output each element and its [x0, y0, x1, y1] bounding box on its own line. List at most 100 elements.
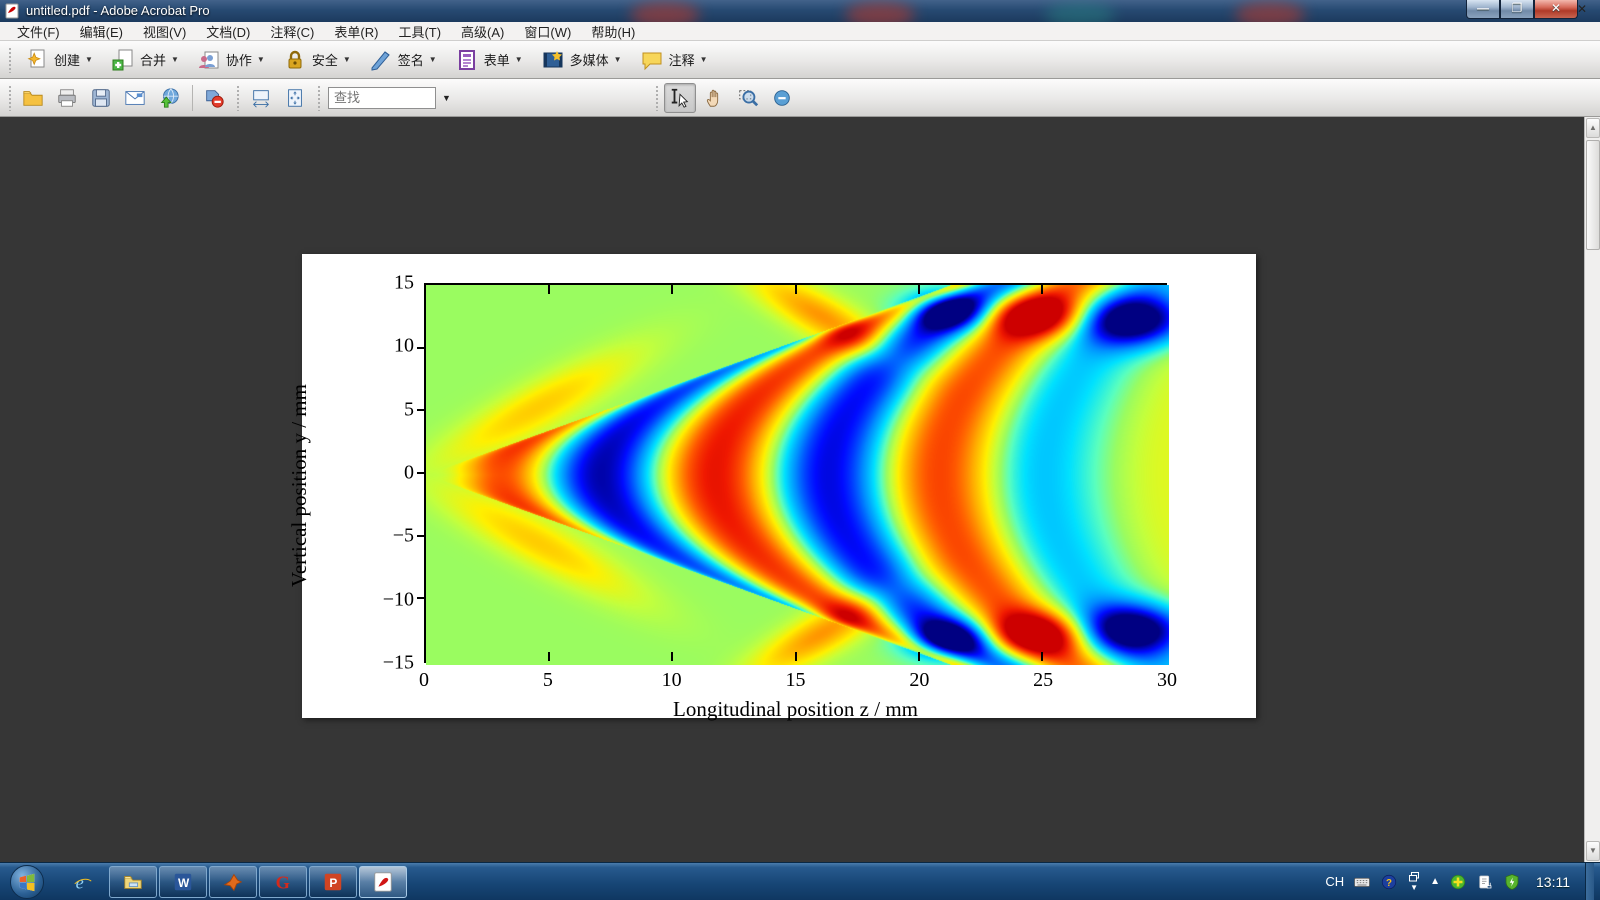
menu-document[interactable]: 文档(D): [197, 21, 259, 42]
x-tick-label: 30: [1157, 669, 1177, 692]
dropdown-caret-icon[interactable]: ▼: [515, 55, 523, 64]
fit-page-button[interactable]: [279, 83, 311, 113]
x-tick-mark: [671, 285, 673, 294]
document-close-icon[interactable]: ✕: [1574, 2, 1590, 17]
create-icon: [25, 48, 49, 72]
svg-text:W: W: [178, 876, 190, 890]
dropdown-caret-icon[interactable]: ▼: [614, 55, 622, 64]
taskbar-g-app[interactable]: G: [259, 866, 307, 898]
forms-button[interactable]: 表单 ▼: [447, 43, 531, 77]
window-switch-icon[interactable]: [1407, 871, 1421, 883]
dropdown-caret-icon[interactable]: ▼: [257, 55, 265, 64]
print-button[interactable]: [51, 83, 83, 113]
windows-logo-icon: [16, 871, 38, 893]
menu-view[interactable]: 视图(V): [134, 21, 195, 42]
menu-file[interactable]: 文件(F): [8, 21, 69, 42]
show-desktop-button[interactable]: [1585, 863, 1594, 900]
taskbar-acrobat[interactable]: [359, 866, 407, 898]
acrobat-icon: [372, 871, 394, 893]
menu-window[interactable]: 窗口(W): [515, 21, 580, 42]
wallpaper-blob: [1235, 2, 1305, 22]
taskbar-clock[interactable]: 13:11: [1536, 874, 1570, 890]
multimedia-label: 多媒体: [570, 50, 609, 69]
taskbar-internet-explorer[interactable]: e: [59, 866, 107, 898]
menu-tools[interactable]: 工具(T): [389, 21, 450, 42]
marquee-zoom-button[interactable]: [732, 83, 764, 113]
keyboard-layout-icon[interactable]: [1353, 873, 1371, 891]
help-tray-icon[interactable]: ?: [1380, 873, 1398, 891]
x-tick-label: 5: [543, 669, 553, 692]
power-plug-icon[interactable]: [1476, 873, 1494, 891]
email-button[interactable]: [119, 83, 151, 113]
restore-button[interactable]: ❐: [1500, 0, 1534, 19]
dropdown-caret-icon[interactable]: ▼: [343, 55, 351, 64]
antivirus-orb-icon[interactable]: [1449, 873, 1467, 891]
y-axis-label: Vertical position y / mm: [287, 356, 312, 616]
x-tick-label: 10: [662, 669, 682, 692]
y-tick-mark: [417, 409, 425, 411]
create-button[interactable]: 创建 ▼: [17, 43, 101, 77]
remove-minus-icon: [203, 87, 225, 109]
g-app-icon: G: [272, 871, 294, 893]
sign-button[interactable]: 签名▼: [361, 43, 445, 77]
secure-button[interactable]: 安全▼: [275, 43, 359, 77]
x-tick-mark: [795, 285, 797, 294]
select-tool-button[interactable]: [664, 83, 696, 113]
toolbar-grip: [317, 85, 322, 111]
save-button[interactable]: [85, 83, 117, 113]
close-button[interactable]: ✕: [1534, 0, 1578, 19]
dropdown-caret-icon[interactable]: ▼: [700, 55, 708, 64]
file-toolbar: ▼: [0, 79, 1600, 117]
x-tick-mark: [548, 285, 550, 294]
scrollbar-thumb[interactable]: [1586, 140, 1600, 250]
scroll-down-icon[interactable]: ▼: [1586, 841, 1600, 861]
hand-tool-button[interactable]: [698, 83, 730, 113]
menu-forms[interactable]: 表单(R): [325, 21, 387, 42]
search-input[interactable]: [328, 87, 436, 109]
start-button[interactable]: [10, 865, 44, 899]
fit-width-button[interactable]: [245, 83, 277, 113]
menu-comments[interactable]: 注释(C): [261, 21, 323, 42]
security-shield-icon[interactable]: [1503, 873, 1521, 891]
y-tick-label: 5: [368, 398, 414, 421]
menu-edit[interactable]: 编辑(E): [71, 21, 132, 42]
forms-label: 表单: [484, 50, 510, 69]
toolbar-grip: [8, 85, 13, 111]
scroll-up-icon[interactable]: ▲: [1586, 118, 1600, 138]
dropdown-caret-icon[interactable]: ▼: [85, 55, 93, 64]
menu-advanced[interactable]: 高级(A): [452, 21, 513, 42]
show-hidden-icons[interactable]: ▲: [1430, 876, 1440, 887]
secure-icon: [283, 48, 307, 72]
taskbar-explorer[interactable]: [109, 866, 157, 898]
zoom-out-button[interactable]: [766, 83, 798, 113]
x-tick-mark: [548, 652, 550, 661]
acrobat-window: untitled.pdf - Adobe Acrobat Pro — ❐ ✕ 文…: [0, 0, 1600, 900]
word-icon: W: [172, 871, 194, 893]
y-tick-label: −10: [368, 588, 414, 611]
tray-caret-icon[interactable]: ▼: [1410, 883, 1418, 892]
create-label: 创建: [54, 50, 80, 69]
heatmap-canvas: [426, 285, 1169, 665]
combine-button[interactable]: 合并▼: [103, 43, 187, 77]
taskbar-matlab[interactable]: [209, 866, 257, 898]
vertical-scrollbar[interactable]: ▲ ▼: [1584, 117, 1600, 862]
collaborate-label: 协作: [226, 50, 252, 69]
taskbar-powerpoint[interactable]: P: [309, 866, 357, 898]
multimedia-button[interactable]: 多媒体 ▼: [533, 43, 630, 77]
collaborate-button[interactable]: 协作 ▼: [189, 43, 273, 77]
language-indicator[interactable]: CH: [1325, 874, 1344, 889]
dropdown-caret-icon[interactable]: ▼: [171, 55, 179, 64]
internet-explorer-icon: e: [72, 871, 94, 893]
dropdown-caret-icon[interactable]: ▼: [429, 55, 437, 64]
y-tick-mark: [417, 472, 425, 474]
minimize-button[interactable]: —: [1466, 0, 1500, 19]
search-dropdown-caret-icon[interactable]: ▼: [442, 93, 451, 103]
comment-button[interactable]: 注释▼: [632, 43, 716, 77]
open-button[interactable]: [17, 83, 49, 113]
taskbar-word[interactable]: W: [159, 866, 207, 898]
comment-icon: [640, 48, 664, 72]
upload-web-button[interactable]: [153, 83, 185, 113]
menu-help[interactable]: 帮助(H): [582, 21, 644, 42]
remove-tool-button[interactable]: [198, 83, 230, 113]
upload-globe-icon: [158, 87, 180, 109]
